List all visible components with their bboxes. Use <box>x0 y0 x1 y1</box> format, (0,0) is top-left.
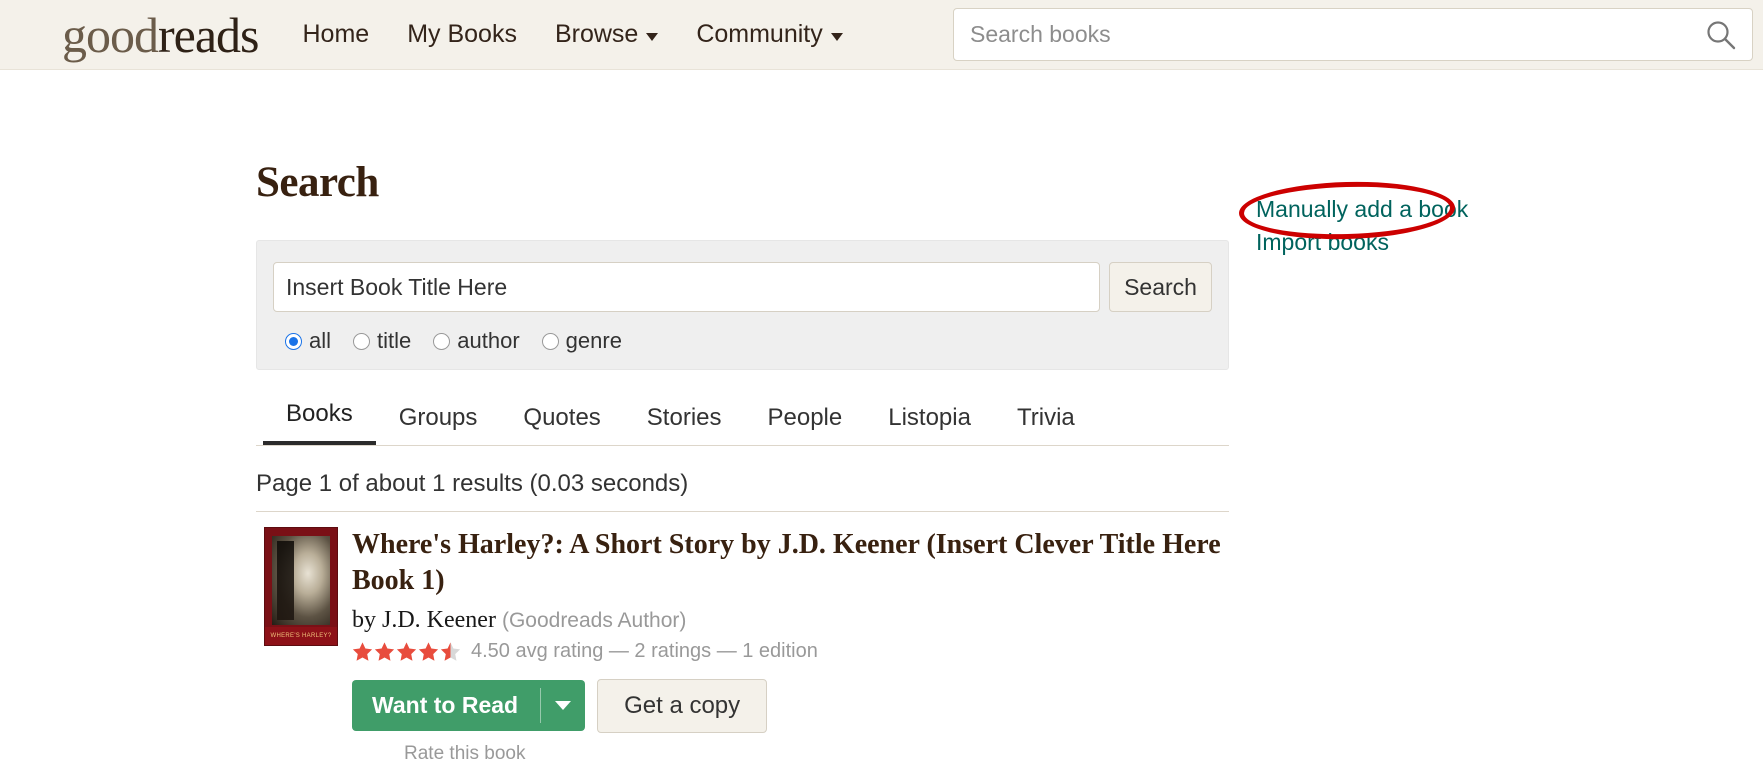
star-icon <box>418 641 439 661</box>
radio-author-icon[interactable] <box>433 332 451 350</box>
page-title: Search <box>256 159 379 206</box>
main-nav: Home My Books Browse Community <box>303 20 843 49</box>
goodreads-logo[interactable]: goodreads <box>62 10 259 60</box>
rating-row: 4.50 avg rating — 2 ratings — 1 edition <box>352 640 1229 663</box>
rate-this-book-label: Rate this book <box>404 742 526 762</box>
nav-item-label: Home <box>302 20 370 48</box>
want-to-read-label: Want to Read <box>372 692 519 719</box>
search-icon[interactable] <box>1704 18 1738 52</box>
tab-people[interactable]: People <box>745 398 866 445</box>
book-title-link[interactable]: Where's Harley?: A Short Story by J.D. K… <box>352 529 1221 596</box>
nav-item-community[interactable]: Community <box>696 20 843 49</box>
tab-listopia[interactable]: Listopia <box>865 398 994 445</box>
book-cover-thumbnail[interactable]: WHERE'S HARLEY? <box>264 527 338 646</box>
header-search-box[interactable] <box>953 8 1753 61</box>
radio-option-genre[interactable]: genre <box>541 328 622 354</box>
nav-item-label: My Books <box>407 20 517 48</box>
manually-add-a-book-link[interactable]: Manually add a book <box>1256 195 1556 224</box>
tab-stories[interactable]: Stories <box>624 398 745 445</box>
want-to-read-dropdown-toggle[interactable] <box>541 680 585 731</box>
radio-title-icon[interactable] <box>353 332 371 350</box>
action-buttons: Want to Read Get a copy <box>352 678 1229 733</box>
book-cover-art <box>272 536 330 625</box>
nav-item-my-books[interactable]: My Books <box>407 20 517 49</box>
import-books-link[interactable]: Import books <box>1256 228 1556 257</box>
logo-good: good <box>62 6 159 63</box>
chevron-down-icon <box>555 701 572 711</box>
by-prefix: by <box>352 606 376 633</box>
radio-label: genre <box>565 328 622 353</box>
header-search-container <box>953 8 1753 61</box>
radio-option-author[interactable]: author <box>433 328 520 354</box>
tab-trivia[interactable]: Trivia <box>994 398 1098 445</box>
radio-genre-icon[interactable] <box>541 332 559 350</box>
radio-option-all[interactable]: all <box>285 328 331 354</box>
average-rating-stars <box>352 641 461 662</box>
rate-this-book: Rate this book <box>352 743 1229 762</box>
tab-groups[interactable]: Groups <box>376 398 501 445</box>
tab-quotes[interactable]: Quotes <box>500 398 623 445</box>
search-scope-radios: all title author genre <box>273 328 1212 354</box>
tab-books[interactable]: Books <box>263 394 376 445</box>
get-a-copy-button[interactable]: Get a copy <box>597 678 768 733</box>
result-details: Where's Harley?: A Short Story by J.D. K… <box>352 527 1229 762</box>
search-row: Search <box>273 262 1212 312</box>
star-icon <box>374 641 395 661</box>
nav-item-label: Community <box>696 20 823 48</box>
results-summary: Page 1 of about 1 results (0.03 seconds) <box>256 470 689 497</box>
radio-label: title <box>377 328 412 353</box>
main-column: Search Search all title author <box>256 158 1229 762</box>
chevron-down-icon <box>646 32 659 41</box>
results-tabs: Books Groups Quotes Stories People Listo… <box>256 394 1229 446</box>
want-to-read-button[interactable]: Want to Read <box>352 680 586 732</box>
nav-item-browse[interactable]: Browse <box>554 20 659 49</box>
header-search-input[interactable] <box>968 20 1698 49</box>
radio-label: all <box>309 328 332 353</box>
nav-item-home[interactable]: Home <box>303 20 370 49</box>
rating-summary-text: 4.50 avg rating — 2 ratings — 1 edition <box>471 639 818 662</box>
search-button[interactable]: Search <box>1109 262 1212 312</box>
star-half-icon <box>440 641 461 661</box>
radio-label: author <box>457 328 520 353</box>
logo-reads: reads <box>158 6 259 63</box>
search-input[interactable] <box>273 262 1100 312</box>
goodreads-author-note: (Goodreads Author) <box>501 608 687 632</box>
author-link[interactable]: J.D. Keener <box>382 607 496 633</box>
star-icon <box>352 641 373 661</box>
right-sidebar: Manually add a book Import books <box>1256 195 1556 261</box>
radio-option-title[interactable]: title <box>353 328 411 354</box>
chevron-down-icon <box>830 32 843 41</box>
radio-all-icon[interactable] <box>285 332 302 350</box>
nav-item-label: Browse <box>554 20 639 48</box>
book-byline: by J.D. Keener (Goodreads Author) <box>352 607 1229 634</box>
site-header: goodreads Home My Books Browse Community <box>0 0 1763 70</box>
star-icon <box>396 641 417 661</box>
book-cover-title-band: WHERE'S HARLEY? <box>265 627 337 645</box>
search-panel: Search all title author genre <box>256 240 1229 370</box>
search-result-item: WHERE'S HARLEY? Where's Harley?: A Short… <box>256 512 1229 762</box>
